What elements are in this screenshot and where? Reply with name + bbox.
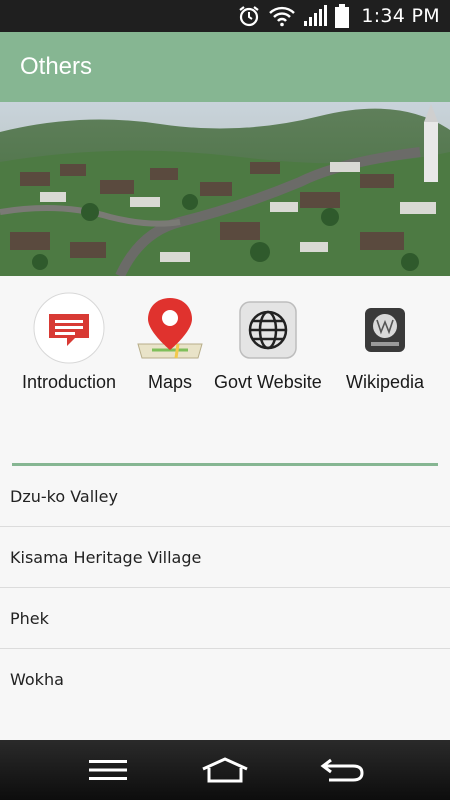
introduction-button[interactable]: Introduction xyxy=(22,290,116,393)
status-bar: 1:34 PM xyxy=(0,0,450,32)
wikipedia-label: Wikipedia xyxy=(345,372,425,392)
menu-icon xyxy=(89,760,128,780)
battery-icon xyxy=(335,4,350,28)
list-item[interactable]: Phek xyxy=(0,588,450,649)
alarm-icon xyxy=(239,6,259,27)
status-time: 1:34 PM xyxy=(361,5,440,27)
navigation-bar xyxy=(0,740,450,800)
back-button[interactable] xyxy=(312,748,372,792)
list-item[interactable]: Kisama Heritage Village xyxy=(0,527,450,588)
govt-website-button[interactable]: Govt Website xyxy=(214,290,322,393)
menu-button[interactable] xyxy=(78,748,138,792)
maps-button[interactable]: Maps xyxy=(130,290,210,393)
hero-image xyxy=(0,102,450,276)
globe-icon xyxy=(239,301,297,359)
list-item[interactable]: Wokha xyxy=(0,649,450,710)
back-icon xyxy=(320,758,364,782)
introduction-label: Introduction xyxy=(22,372,117,392)
home-button[interactable] xyxy=(195,748,255,792)
shortcut-row: Introduction Maps Govt Website Wikipedia xyxy=(0,290,450,410)
places-list: Dzu-ko Valley Kisama Heritage Village Ph… xyxy=(0,466,450,710)
wifi-icon xyxy=(269,6,296,27)
page-title: Others xyxy=(20,53,93,80)
speech-bubble-icon xyxy=(33,292,105,364)
home-icon xyxy=(202,757,248,783)
signal-icon xyxy=(304,5,328,26)
wikipedia-button[interactable]: Wikipedia xyxy=(345,290,425,393)
list-item[interactable]: Dzu-ko Valley xyxy=(0,466,450,527)
maps-label: Maps xyxy=(147,372,192,392)
app-bar: Others xyxy=(0,32,450,102)
map-pin-icon xyxy=(137,298,203,359)
govt-website-label: Govt Website xyxy=(214,372,322,392)
wikipedia-icon xyxy=(365,308,405,352)
